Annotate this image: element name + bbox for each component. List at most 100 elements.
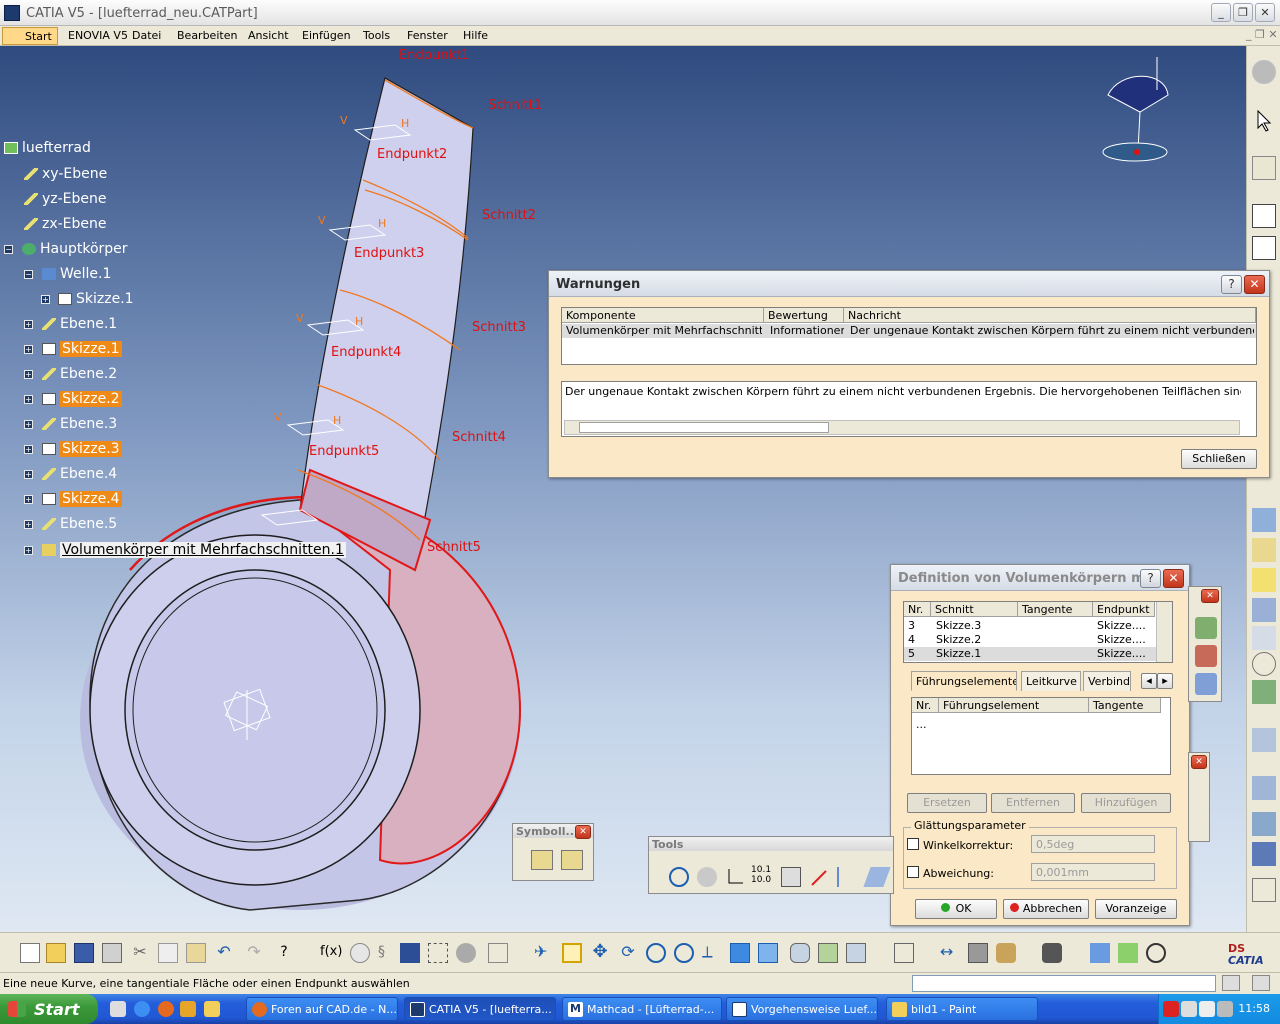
task-firefox[interactable]: Foren auf CAD.de - N... bbox=[246, 997, 398, 1021]
tree-item[interactable]: Ebene.5 bbox=[42, 516, 117, 536]
redo-icon[interactable]: ↷ bbox=[244, 943, 264, 963]
pattern-icon[interactable] bbox=[1252, 626, 1276, 650]
part-body-icon[interactable] bbox=[1252, 204, 1276, 228]
col-endpunkt[interactable]: Endpunkt bbox=[1093, 602, 1155, 617]
tree-root[interactable]: luefterrad bbox=[4, 140, 91, 160]
quicklaunch-pencil-icon[interactable] bbox=[204, 1001, 220, 1017]
shaft-feature-icon[interactable] bbox=[1252, 568, 1276, 592]
swap-visible-icon[interactable] bbox=[846, 943, 866, 963]
apply-material-icon[interactable] bbox=[1252, 776, 1276, 800]
shading-icon[interactable] bbox=[790, 943, 810, 963]
quicklaunch-firefox-icon[interactable] bbox=[158, 1001, 174, 1017]
tree-item-selected[interactable]: Skizze.4 bbox=[42, 491, 122, 511]
grid-icon[interactable] bbox=[1252, 842, 1276, 866]
render-icon[interactable] bbox=[1090, 943, 1110, 963]
table-row[interactable]: 3 Skizze.3 Skizze.... bbox=[904, 619, 1156, 633]
rotate-icon[interactable]: ⟳ bbox=[618, 943, 638, 963]
tray-network-icon[interactable] bbox=[1181, 1001, 1197, 1017]
environment-icon[interactable] bbox=[1146, 943, 1166, 963]
warnings-close-button[interactable]: ✕ bbox=[1244, 275, 1265, 294]
tree-item-selected[interactable]: Skizze.3 bbox=[42, 441, 122, 461]
multi-section-icon[interactable] bbox=[1195, 673, 1217, 695]
command-list-icon[interactable] bbox=[1222, 975, 1240, 991]
menu-ansicht[interactable]: Ansicht bbox=[248, 29, 289, 42]
expander-welle-skizze[interactable]: + bbox=[41, 295, 50, 304]
hyperlink-icon[interactable]: § bbox=[378, 943, 398, 963]
col-fuehrungselement[interactable]: Führungselement bbox=[939, 698, 1089, 713]
minimize-button[interactable]: _ bbox=[1211, 3, 1231, 22]
expander[interactable]: + bbox=[24, 395, 33, 404]
insert-body-icon[interactable] bbox=[1252, 236, 1276, 260]
expander[interactable]: + bbox=[24, 445, 33, 454]
table-row[interactable]: Volumenkörper mit Mehrfachschnitten.1 In… bbox=[562, 324, 1256, 338]
publication-icon[interactable] bbox=[781, 867, 801, 887]
loft-close-button[interactable]: ✕ bbox=[1163, 569, 1184, 588]
comment-icon[interactable] bbox=[350, 943, 370, 963]
select-arrow-icon[interactable] bbox=[1252, 108, 1276, 132]
sketcher-icon[interactable] bbox=[1252, 156, 1276, 180]
axis-system-icon[interactable] bbox=[725, 867, 745, 887]
print-icon[interactable] bbox=[102, 943, 122, 963]
scene-icon[interactable] bbox=[1118, 943, 1138, 963]
analysis-icon[interactable] bbox=[1252, 728, 1276, 752]
tab-scroll-left-icon[interactable]: ◂ bbox=[1141, 673, 1157, 689]
table-row[interactable]: 4 Skizze.2 Skizze.... bbox=[904, 633, 1156, 647]
guide-placeholder[interactable]: ... bbox=[916, 718, 927, 731]
copy-icon[interactable] bbox=[158, 943, 178, 963]
abweichung-checkbox[interactable] bbox=[907, 866, 919, 878]
abbrechen-button[interactable]: Abbrechen bbox=[1003, 899, 1089, 919]
list-icon[interactable] bbox=[837, 867, 857, 887]
tray-security-icon[interactable] bbox=[1217, 1001, 1233, 1017]
quicklaunch-ie-icon[interactable] bbox=[134, 1001, 150, 1017]
error-icon[interactable] bbox=[809, 867, 829, 887]
table-row-selected[interactable]: 5 Skizze.1 Skizze.... bbox=[904, 647, 1156, 661]
rib-icon[interactable] bbox=[1252, 598, 1276, 622]
sketch-output-icon[interactable] bbox=[561, 850, 583, 870]
gear-icon[interactable] bbox=[1252, 60, 1276, 84]
tree-item-selected[interactable]: Skizze.2 bbox=[42, 391, 122, 411]
menu-start[interactable]: Start bbox=[2, 27, 58, 45]
winkelkorrektur-checkbox[interactable] bbox=[907, 838, 919, 850]
tree-item[interactable]: Ebene.2 bbox=[42, 366, 117, 386]
close-icon[interactable]: ✕ bbox=[1191, 755, 1207, 769]
warnings-help-button[interactable]: ? bbox=[1221, 275, 1242, 294]
normal-view-icon[interactable]: ⟂ bbox=[702, 943, 722, 963]
menu-enovia[interactable]: ENOVIA V5 bbox=[68, 29, 128, 42]
horizontal-scrollbar[interactable] bbox=[564, 420, 1240, 435]
expander[interactable]: + bbox=[24, 370, 33, 379]
loft-help-button[interactable]: ? bbox=[1140, 569, 1161, 588]
col-tangente[interactable]: Tangente bbox=[1089, 698, 1161, 713]
compass-widget[interactable] bbox=[1102, 57, 1169, 162]
close-icon[interactable]: ✕ bbox=[1201, 589, 1219, 603]
task-paint[interactable]: bild1 - Paint bbox=[886, 997, 1038, 1021]
measure-between-icon[interactable] bbox=[894, 943, 914, 963]
catalog-icon[interactable] bbox=[428, 943, 448, 963]
constraints-icon[interactable] bbox=[1252, 812, 1276, 836]
expander-hauptkoerper[interactable]: − bbox=[4, 245, 13, 254]
warnings-schliessen-button[interactable]: Schließen bbox=[1181, 449, 1257, 469]
grid-snap-icon[interactable]: 10.1 10.0 bbox=[751, 865, 775, 887]
tab-leitkurve[interactable]: Leitkurve bbox=[1021, 671, 1081, 691]
power-input-icon[interactable] bbox=[1252, 975, 1270, 991]
new-file-icon[interactable] bbox=[20, 943, 40, 963]
hand-icon[interactable] bbox=[697, 867, 717, 887]
col-nachricht[interactable]: Nachricht bbox=[844, 308, 1256, 323]
tray-volume-icon[interactable] bbox=[1199, 1001, 1215, 1017]
task-word[interactable]: Vorgehensweise Luef... bbox=[726, 997, 878, 1021]
open-folder-icon[interactable] bbox=[46, 943, 66, 963]
expander[interactable]: + bbox=[24, 520, 33, 529]
tree-hauptkoerper[interactable]: Hauptkörper bbox=[22, 241, 128, 261]
fit-all-icon[interactable] bbox=[562, 943, 582, 963]
fly-mode-icon[interactable]: ✈ bbox=[534, 943, 554, 963]
tree-welle-skizze[interactable]: Skizze.1 bbox=[58, 291, 134, 311]
tree-item[interactable]: Ebene.1 bbox=[42, 316, 117, 336]
remove-loft-icon[interactable] bbox=[1195, 645, 1217, 667]
measure-item-icon[interactable]: ↔ bbox=[940, 943, 960, 963]
save-icon[interactable] bbox=[74, 943, 94, 963]
tree-zx-plane[interactable]: zx-Ebene bbox=[24, 216, 107, 236]
paste-icon[interactable] bbox=[186, 943, 206, 963]
col-komponente[interactable]: Komponente bbox=[562, 308, 764, 323]
tree-yz-plane[interactable]: yz-Ebene bbox=[24, 191, 107, 211]
whats-this-icon[interactable]: ? bbox=[274, 943, 294, 963]
warnings-detail-box[interactable]: Der ungenaue Kontakt zwischen Körpern fü… bbox=[561, 381, 1257, 437]
